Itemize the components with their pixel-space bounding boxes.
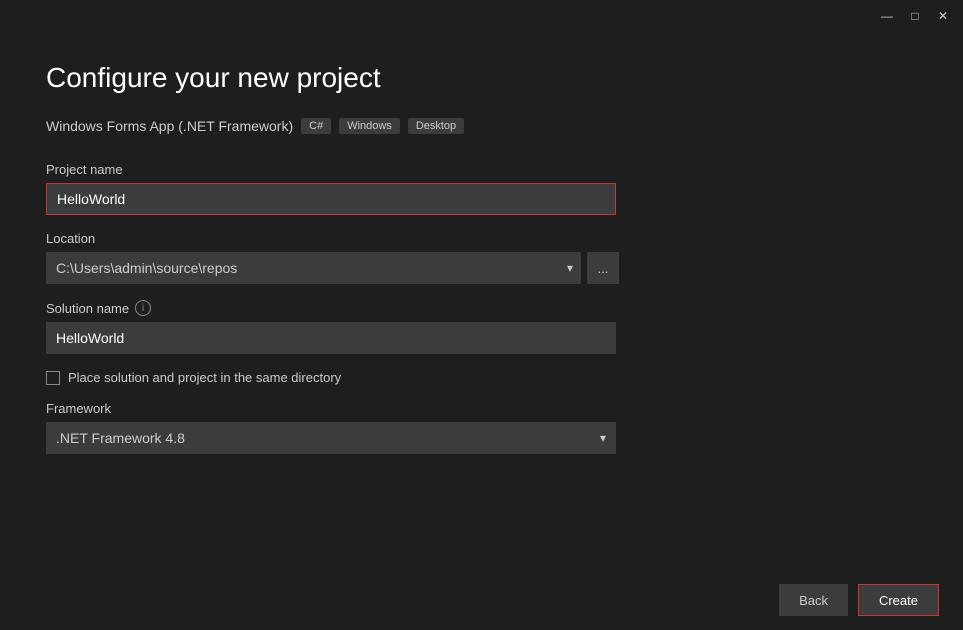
page-title: Configure your new project [46,62,917,94]
project-name-section: Project name [46,162,917,215]
framework-label: Framework [46,401,917,416]
tag-csharp: C# [301,118,331,134]
project-name-input[interactable] [46,183,616,215]
location-select[interactable]: C:\Users\admin\source\repos [46,252,581,284]
same-directory-checkbox[interactable] [46,371,60,385]
framework-section: Framework .NET Framework 4.8 .NET Framew… [46,401,917,454]
same-directory-label: Place solution and project in the same d… [68,370,341,385]
location-select-wrapper: C:\Users\admin\source\repos [46,252,581,284]
browse-button[interactable]: ... [587,252,619,284]
location-section: Location C:\Users\admin\source\repos ... [46,231,917,284]
location-row: C:\Users\admin\source\repos ... [46,252,917,284]
subtitle-row: Windows Forms App (.NET Framework) C# Wi… [46,118,917,134]
title-bar: — □ ✕ [0,0,963,32]
tag-windows: Windows [339,118,400,134]
location-label: Location [46,231,917,246]
tag-desktop: Desktop [408,118,464,134]
solution-name-input[interactable] [46,322,616,354]
framework-select-wrapper: .NET Framework 4.8 .NET Framework 4.7.2 … [46,422,616,454]
solution-name-label: Solution name i [46,300,917,316]
framework-select[interactable]: .NET Framework 4.8 .NET Framework 4.7.2 … [46,422,616,454]
maximize-button[interactable]: □ [907,8,923,24]
close-button[interactable]: ✕ [935,8,951,24]
main-content: Configure your new project Windows Forms… [0,32,963,490]
solution-name-info-icon[interactable]: i [135,300,151,316]
create-button[interactable]: Create [858,584,939,616]
checkbox-row: Place solution and project in the same d… [46,370,917,385]
minimize-button[interactable]: — [879,8,895,24]
back-button[interactable]: Back [779,584,848,616]
subtitle-text: Windows Forms App (.NET Framework) [46,118,293,134]
bottom-bar: Back Create [0,570,963,630]
project-name-label: Project name [46,162,917,177]
solution-name-section: Solution name i [46,300,917,354]
